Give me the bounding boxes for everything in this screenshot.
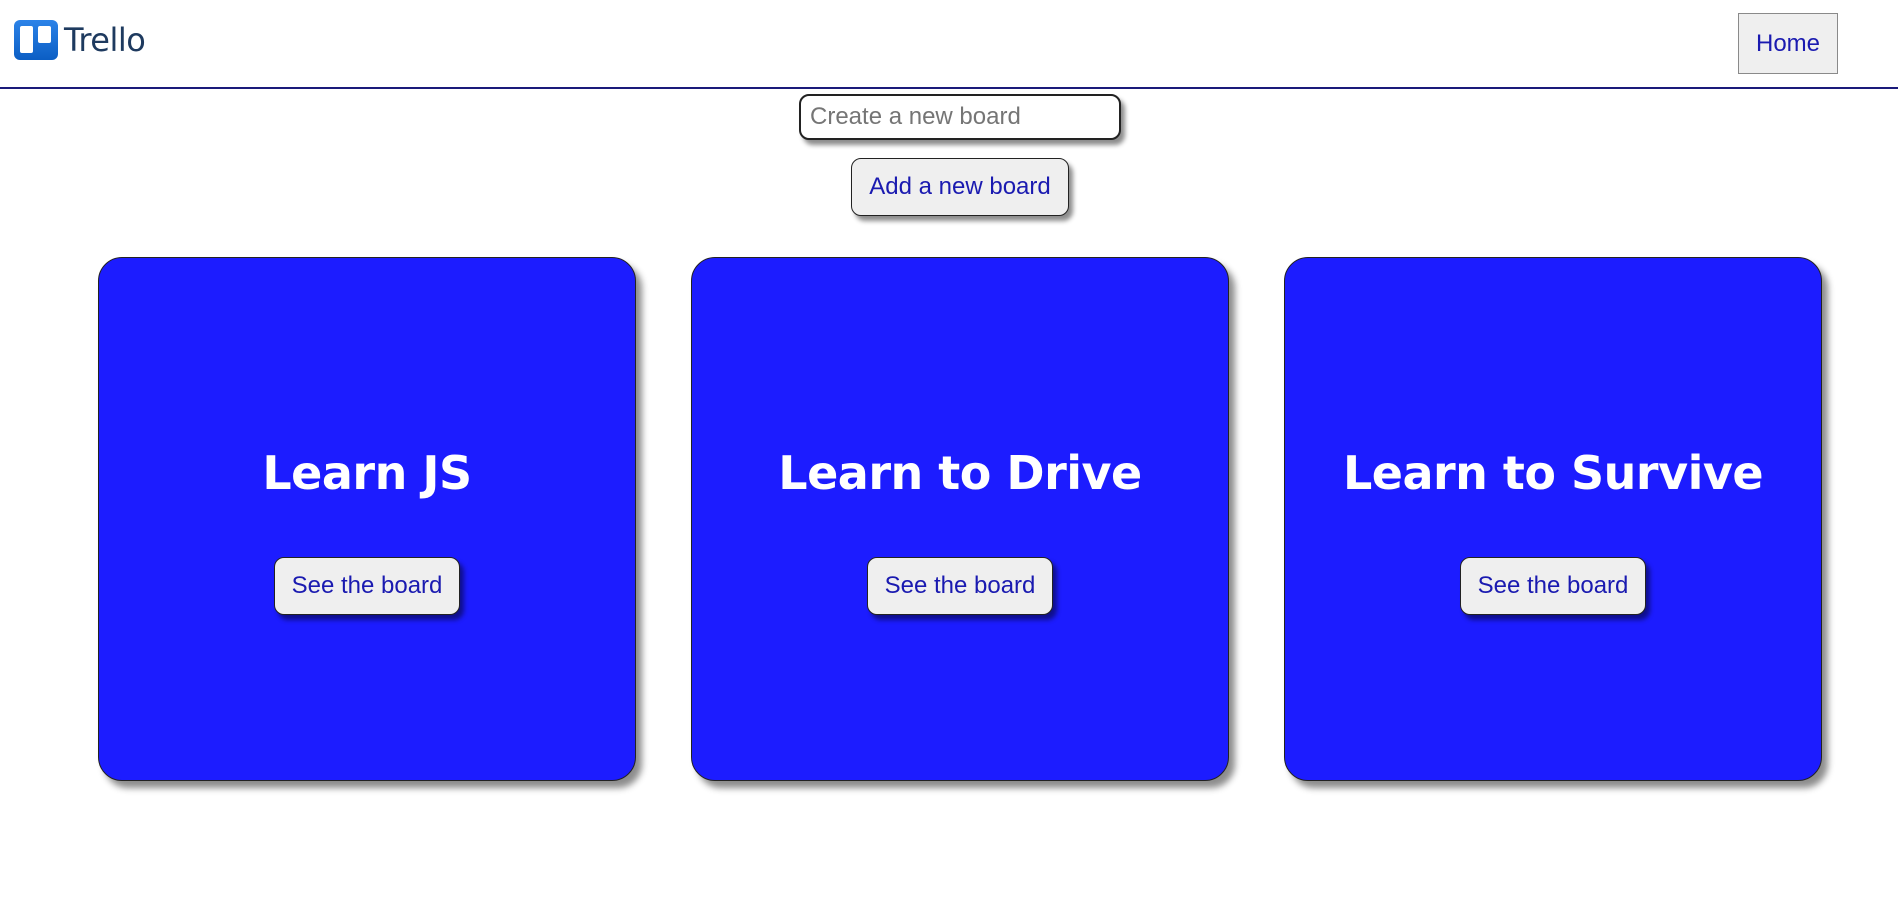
board-card: Learn to Survive See the board — [1284, 257, 1822, 781]
trello-logo[interactable]: Trello — [14, 20, 146, 60]
trello-board-icon — [14, 20, 58, 60]
see-board-button[interactable]: See the board — [867, 557, 1053, 615]
board-title: Learn JS — [262, 446, 472, 500]
logo-text: Trello — [64, 21, 146, 59]
board-title: Learn to Drive — [778, 446, 1142, 500]
see-board-button[interactable]: See the board — [1460, 557, 1646, 615]
board-card: Learn to Drive See the board — [691, 257, 1229, 781]
board-title: Learn to Survive — [1342, 446, 1764, 500]
see-board-button[interactable]: See the board — [274, 557, 460, 615]
add-board-button[interactable]: Add a new board — [851, 158, 1069, 216]
home-button[interactable]: Home — [1738, 13, 1838, 74]
board-card: Learn JS See the board — [98, 257, 636, 781]
new-board-input[interactable] — [799, 94, 1121, 140]
top-navbar: Trello Home — [0, 0, 1898, 89]
